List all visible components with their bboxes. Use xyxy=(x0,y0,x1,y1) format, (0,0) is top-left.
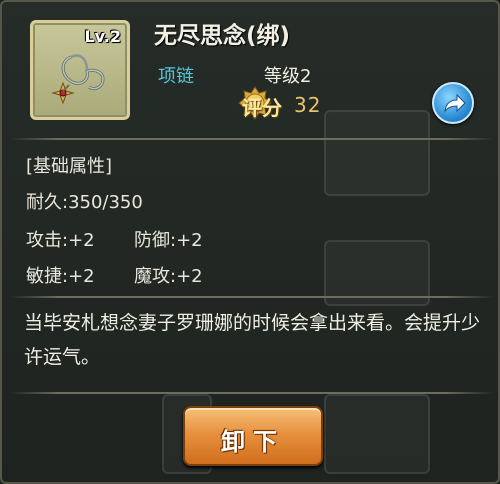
item-description: 当毕安札想念妻子罗珊娜的时候会拿出来看。会提升少许运气。 xyxy=(24,312,481,368)
attributes-section-title: [基础属性] xyxy=(26,156,113,177)
divider xyxy=(10,392,494,394)
background-slot xyxy=(324,110,430,196)
attribute-attack: 攻击:+2 xyxy=(26,230,95,251)
background-slot xyxy=(324,394,430,474)
necklace-icon xyxy=(51,54,105,105)
score-value: 32 xyxy=(294,93,322,117)
item-level: 等级2 xyxy=(264,66,312,87)
share-arrow-icon xyxy=(444,93,466,113)
divider xyxy=(10,296,494,298)
item-tooltip-panel: Lv.2 无尽思念(绑) 项链 等级2 评分 32 [基础属性] 耐久:350/… xyxy=(0,0,500,484)
unequip-button-label: 卸下 xyxy=(221,428,285,456)
item-type: 项链 xyxy=(158,66,194,87)
share-button[interactable] xyxy=(432,82,474,124)
item-name: 无尽思念(绑) xyxy=(154,23,291,49)
score-label: 评分 xyxy=(242,96,282,120)
attribute-defense: 防御:+2 xyxy=(134,230,203,251)
attribute-durability: 耐久:350/350 xyxy=(26,192,143,213)
item-level-badge: Lv.2 xyxy=(84,27,121,46)
item-icon-frame: Lv.2 xyxy=(30,20,130,120)
attribute-agility: 敏捷:+2 xyxy=(26,266,95,287)
divider xyxy=(10,138,494,140)
unequip-button[interactable]: 卸下 xyxy=(183,406,323,466)
attribute-magic-attack: 魔攻:+2 xyxy=(134,266,203,287)
